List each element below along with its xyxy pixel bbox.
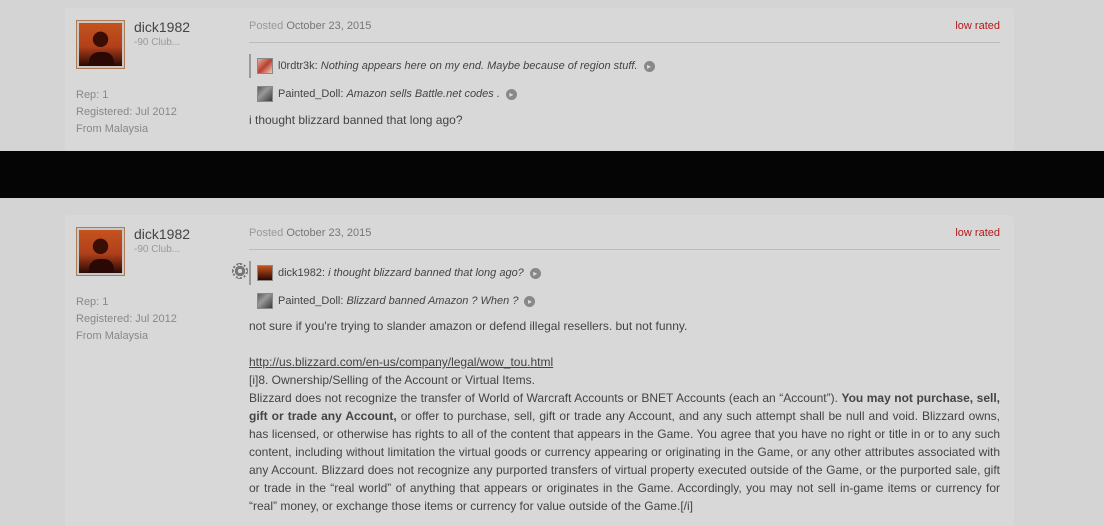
quote-author[interactable]: Painted_Doll: (278, 295, 343, 307)
post-2: dick1982 -90 Club... Rep: 1 Registered: … (65, 215, 1014, 526)
user-registered: Registered: Jul 2012 (76, 106, 177, 118)
quote-stack: dick1982: i thought blizzard banned that… (249, 259, 541, 315)
gear-icon[interactable] (232, 263, 248, 279)
user-location: From Malaysia (76, 330, 149, 342)
user-title: -90 Club... (134, 244, 181, 255)
user-location: From Malaysia (76, 123, 149, 135)
quote-author[interactable]: Painted_Doll: (278, 88, 343, 100)
divider (249, 249, 1000, 250)
quote-avatar[interactable] (257, 86, 273, 102)
user-registered: Registered: Jul 2012 (76, 313, 177, 325)
quote: l0rdtr3k: Nothing appears here on my end… (249, 52, 655, 80)
rating-badge: low rated (955, 227, 1000, 239)
user-rep: Rep: 1 (76, 89, 109, 101)
arrow-right-circle-icon[interactable]: ▸ (524, 295, 536, 307)
user-info: Rep: 1 Registered: Jul 2012 From Malaysi… (76, 294, 177, 345)
user-title: -90 Club... (134, 37, 181, 48)
quote-author[interactable]: dick1982: (278, 267, 325, 279)
separator-bar (0, 151, 1104, 198)
arrow-right-circle-icon[interactable]: ▸ (505, 88, 517, 100)
avatar[interactable] (76, 227, 125, 276)
quote-text: Blizzard banned Amazon ? When ? (346, 295, 519, 307)
user-rep: Rep: 1 (76, 296, 109, 308)
quote-text: Amazon sells Battle.net codes . (346, 88, 500, 100)
post-body: not sure if you're trying to slander ama… (249, 317, 1000, 515)
quote-avatar[interactable] (257, 293, 273, 309)
username[interactable]: dick1982 (134, 226, 190, 242)
quote-text: Nothing appears here on my end. Maybe be… (320, 60, 638, 72)
quote: Painted_Doll: Blizzard banned Amazon ? W… (249, 287, 541, 315)
quote: Painted_Doll: Amazon sells Battle.net co… (249, 80, 655, 108)
quote-text: i thought blizzard banned that long ago? (328, 267, 524, 279)
post-body: i thought blizzard banned that long ago? (249, 113, 463, 127)
username[interactable]: dick1982 (134, 19, 190, 35)
quote-avatar[interactable] (257, 265, 273, 281)
quote: dick1982: i thought blizzard banned that… (249, 259, 541, 287)
post-1: dick1982 -90 Club... Rep: 1 Registered: … (65, 8, 1014, 151)
tou-paragraph: Blizzard does not recognize the transfer… (249, 391, 1001, 513)
section-heading: [i]8. Ownership/Selling of the Account o… (249, 373, 535, 387)
post-date: Posted October 23, 2015 (249, 227, 372, 239)
arrow-right-circle-icon[interactable]: ▸ (529, 267, 541, 279)
tou-link[interactable]: http://us.blizzard.com/en-us/company/leg… (249, 355, 553, 369)
post-date: Posted October 23, 2015 (249, 20, 372, 32)
post-intro: not sure if you're trying to slander ama… (249, 319, 688, 333)
arrow-right-circle-icon[interactable]: ▸ (643, 60, 655, 72)
avatar[interactable] (76, 20, 125, 69)
quote-stack: l0rdtr3k: Nothing appears here on my end… (249, 52, 655, 108)
divider (249, 42, 1000, 43)
rating-badge: low rated (955, 20, 1000, 32)
user-info: Rep: 1 Registered: Jul 2012 From Malaysi… (76, 87, 177, 138)
quote-author[interactable]: l0rdtr3k: (278, 60, 318, 72)
quote-avatar[interactable] (257, 58, 273, 74)
